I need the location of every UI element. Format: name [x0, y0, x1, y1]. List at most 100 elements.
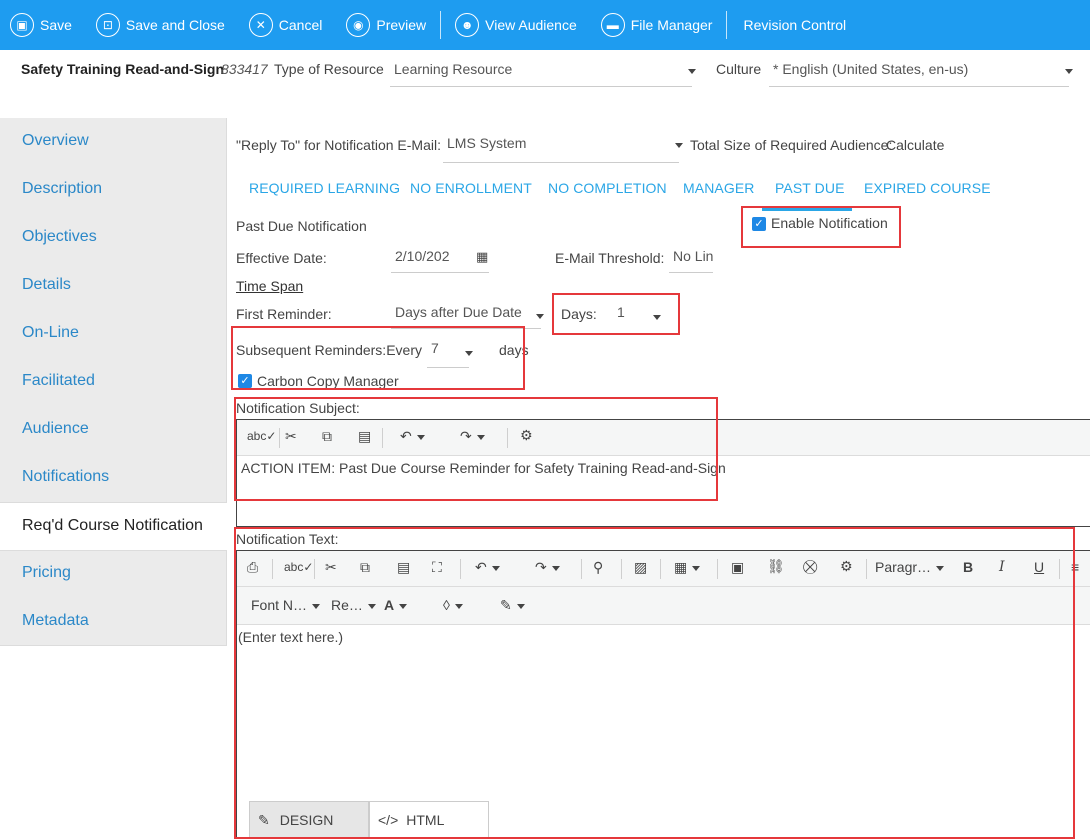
editor-mode-tabs: ✎ DESIGN </> HTML — [249, 801, 489, 839]
save-and-close-button[interactable]: ⊡ Save and Close — [84, 0, 237, 50]
text-editor-toolbar-row-1: ⎙ abc✓ ✂ ⧉ ▤ ⛶ ↶ ↷ ⚲ ▨ ▦ ▣ ⛓ ⛒ ⚙ Paragr…… — [237, 551, 1090, 587]
preview-button[interactable]: ◉ Preview — [334, 0, 438, 50]
settings-icon[interactable]: ⚙ — [520, 427, 533, 444]
sidebar: Overview Description Objectives Details … — [0, 118, 227, 646]
view-audience-button[interactable]: ☻ View Audience — [443, 0, 589, 50]
tab-no-enrollment[interactable]: NO ENROLLMENT — [410, 180, 532, 196]
days-select[interactable]: 1 — [613, 299, 663, 329]
tab-design[interactable]: ✎ DESIGN — [249, 801, 369, 839]
link-icon[interactable]: ⛓ — [767, 558, 785, 575]
chevron-down-icon — [653, 315, 661, 320]
paste-icon[interactable]: ▤ — [358, 428, 371, 445]
paragraph-style-value: Paragr… — [875, 559, 932, 575]
tab-manager[interactable]: MANAGER — [683, 180, 755, 196]
subsequent-reminders-label: Subsequent Reminders:Every — [236, 342, 422, 358]
redo-icon[interactable]: ↷ — [460, 428, 485, 445]
calendar-icon[interactable]: ▦ — [476, 249, 488, 265]
table-icon[interactable]: ▦ — [674, 559, 701, 576]
tab-expired-course[interactable]: EXPIRED COURSE — [864, 180, 991, 196]
text-editor-content[interactable]: (Enter text here.) — [238, 629, 343, 645]
document-manager-icon[interactable]: ▣ — [731, 559, 744, 576]
toolbar-separator — [621, 559, 622, 579]
find-icon[interactable]: ⚲ — [593, 559, 603, 576]
type-of-resource-select[interactable]: Learning Resource — [390, 54, 696, 87]
italic-icon[interactable]: I — [999, 559, 1005, 575]
tab-html[interactable]: </> HTML — [369, 801, 489, 839]
paragraph-style-select[interactable]: Paragr… — [875, 559, 945, 575]
undo-icon[interactable]: ↶ — [400, 428, 425, 445]
time-span-link[interactable]: Time Span — [236, 278, 303, 294]
toolbar-separator — [272, 559, 273, 579]
cut-icon[interactable]: ✂ — [325, 559, 337, 576]
toolbar-separator — [1059, 559, 1060, 579]
type-of-resource-label: Type of Resource — [274, 61, 384, 77]
sidebar-item-objectives[interactable]: Objectives — [0, 214, 227, 262]
cancel-button[interactable]: ✕ Cancel — [237, 0, 335, 50]
cc-manager-checkbox[interactable]: ✓ — [238, 374, 252, 388]
sidebar-item-pricing[interactable]: Pricing — [0, 550, 227, 598]
chevron-down-icon — [536, 314, 544, 319]
calculate-link[interactable]: Calculate — [886, 137, 944, 153]
first-reminder-select[interactable]: Days after Due Date — [391, 299, 541, 329]
sidebar-item-notifications[interactable]: Notifications — [0, 454, 227, 502]
copy-icon[interactable]: ⧉ — [322, 428, 332, 445]
sidebar-item-audience[interactable]: Audience — [0, 406, 227, 454]
notification-subject-label: Notification Subject: — [236, 400, 360, 416]
align-icon[interactable]: ≡ — [1071, 559, 1079, 575]
spellcheck-icon[interactable]: abc✓ — [247, 429, 276, 443]
tab-no-completion[interactable]: NO COMPLETION — [548, 180, 667, 196]
file-manager-button[interactable]: ▬ File Manager — [589, 0, 725, 50]
sidebar-item-metadata[interactable]: Metadata — [0, 598, 227, 646]
resource-header: Safety Training Read-and-Sign 833417 Typ… — [0, 50, 1090, 118]
toolbar-separator — [460, 559, 461, 579]
sidebar-item-details[interactable]: Details — [0, 262, 227, 310]
email-threshold-label: E-Mail Threshold: — [555, 250, 665, 266]
font-size-select[interactable]: Re… — [331, 597, 376, 613]
print-icon[interactable]: ⎙ — [247, 559, 258, 576]
toolbar-separator — [866, 559, 867, 579]
sidebar-item-facilitated[interactable]: Facilitated — [0, 358, 227, 406]
revision-control-button[interactable]: Revision Control — [729, 0, 858, 50]
cut-icon[interactable]: ✂ — [285, 428, 297, 445]
resource-id: 833417 — [221, 61, 268, 77]
underline-icon[interactable]: U — [1034, 559, 1044, 575]
settings-icon[interactable]: ⚙ — [840, 558, 853, 575]
spellcheck-icon[interactable]: abc✓ — [284, 560, 313, 574]
email-threshold-input[interactable]: No Lin — [669, 243, 713, 273]
total-size-label: Total Size of Required Audience: — [690, 137, 893, 153]
sidebar-item-overview[interactable]: Overview — [0, 118, 227, 166]
format-stripper-icon[interactable]: ✎ — [500, 597, 525, 614]
active-tab-indicator — [762, 208, 852, 211]
bold-icon[interactable]: B — [963, 559, 973, 575]
toolbar-separator — [581, 559, 582, 579]
image-icon[interactable]: ▨ — [634, 559, 647, 576]
font-color-icon[interactable]: A — [384, 597, 408, 613]
chevron-down-icon — [688, 69, 696, 74]
font-name-select[interactable]: Font N… — [251, 597, 321, 613]
days-label: Days: — [561, 306, 597, 322]
toolbar-separator — [507, 428, 508, 448]
sidebar-item-description[interactable]: Description — [0, 166, 227, 214]
first-reminder-label: First Reminder: — [236, 306, 332, 322]
select-all-icon[interactable]: ⛶ — [432, 559, 442, 576]
subsequent-reminders-select[interactable]: 7 — [427, 335, 469, 368]
sidebar-item-online[interactable]: On-Line — [0, 310, 227, 358]
section-title: Past Due Notification — [236, 218, 367, 234]
effective-date-label: Effective Date: — [236, 250, 327, 266]
main-content: "Reply To" for Notification E-Mail: LMS … — [227, 118, 1090, 839]
effective-date-input[interactable]: 2/10/202 — [391, 243, 489, 273]
enable-notification-checkbox[interactable]: ✓ — [752, 217, 766, 231]
undo-icon[interactable]: ↶ — [475, 559, 500, 576]
copy-icon[interactable]: ⧉ — [360, 559, 370, 576]
redo-icon[interactable]: ↷ — [535, 559, 560, 576]
background-color-icon[interactable]: ◊ — [443, 597, 463, 613]
subject-text[interactable]: ACTION ITEM: Past Due Course Reminder fo… — [241, 460, 726, 476]
save-button[interactable]: ▣ Save — [0, 0, 84, 50]
culture-select[interactable]: * English (United States, en-us) — [769, 54, 1073, 87]
unlink-icon[interactable]: ⛒ — [803, 558, 817, 575]
paste-icon[interactable]: ▤ — [397, 559, 410, 576]
sidebar-item-reqd-course-notification[interactable]: Req'd Course Notification — [0, 502, 227, 551]
reply-to-select[interactable]: LMS System — [443, 130, 679, 163]
tab-past-due[interactable]: PAST DUE — [775, 180, 845, 196]
tab-required-learning[interactable]: REQUIRED LEARNING — [249, 180, 400, 196]
